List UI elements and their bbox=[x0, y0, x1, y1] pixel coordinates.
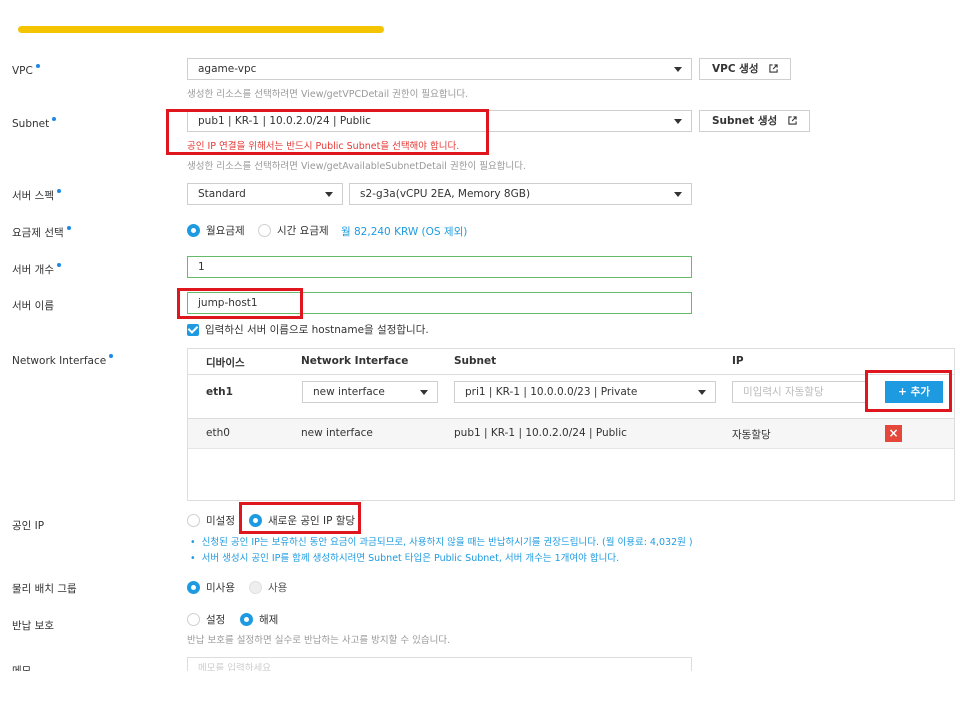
vpc-hint: 생성한 리소스를 선택하려면 View/getVPCDetail 권한이 필요합… bbox=[187, 89, 469, 100]
public-ip-note: 서버 생성시 공인 IP를 함께 생성하시려면 Subnet 타입은 Publi… bbox=[190, 550, 620, 564]
billing-price: 월 82,240 KRW (OS 제외) bbox=[341, 226, 468, 238]
return-protection-label: 반납 보호 bbox=[12, 620, 54, 632]
page-bottom-fade bbox=[0, 671, 960, 720]
protection-set-radio[interactable]: 설정 bbox=[187, 612, 225, 627]
row-subnet: pub1 | KR-1 | 10.0.2.0/24 | Public bbox=[454, 427, 627, 439]
vpc-select-value: agame-vpc bbox=[198, 63, 257, 75]
server-type-value: Standard bbox=[198, 188, 246, 200]
header-device: 디바이스 bbox=[206, 357, 245, 369]
highlight-box bbox=[239, 502, 361, 534]
chevron-down-icon bbox=[420, 390, 428, 395]
server-count-label: 서버 개수 bbox=[12, 262, 61, 277]
external-link-icon bbox=[769, 64, 778, 73]
server-count-input[interactable]: 1 bbox=[187, 256, 692, 278]
interface-select[interactable]: new interface bbox=[302, 381, 438, 403]
server-spec-select[interactable]: s2-g3a(vCPU 2EA, Memory 8GB) bbox=[349, 183, 692, 205]
protection-hint: 반납 보호를 설정하면 실수로 반납하는 사고를 방지할 수 있습니다. bbox=[187, 635, 451, 646]
external-link-icon bbox=[788, 116, 797, 125]
table-header: 디바이스 Network Interface Subnet IP bbox=[188, 349, 954, 375]
highlight-box bbox=[166, 109, 489, 155]
protection-unset-radio[interactable]: 해제 bbox=[240, 612, 278, 627]
vpc-select[interactable]: agame-vpc bbox=[187, 58, 692, 80]
radio-selected-icon bbox=[240, 613, 253, 626]
server-type-select[interactable]: Standard bbox=[187, 183, 343, 205]
progress-bar bbox=[18, 26, 384, 33]
radio-icon bbox=[258, 224, 271, 237]
chevron-down-icon bbox=[698, 390, 706, 395]
ip-input[interactable]: 미입력시 자동할당 bbox=[732, 381, 866, 403]
chevron-down-icon bbox=[674, 67, 682, 72]
hostname-checkbox[interactable]: 입력하신 서버 이름으로 hostname을 설정합니다. bbox=[187, 322, 429, 337]
highlight-box bbox=[177, 288, 303, 319]
row-device: eth0 bbox=[206, 427, 230, 439]
radio-selected-icon bbox=[187, 224, 200, 237]
vpc-create-button[interactable]: VPC 생성 bbox=[699, 58, 792, 80]
network-interface-label: Network Interface bbox=[12, 354, 114, 367]
header-subnet: Subnet bbox=[454, 355, 497, 367]
subnet-hint: 생성한 리소스를 선택하려면 View/getAvailableSubnetDe… bbox=[187, 161, 526, 172]
chevron-down-icon bbox=[325, 192, 333, 197]
placement-group-label: 물리 배치 그룹 bbox=[12, 583, 77, 595]
placement-unused-radio[interactable]: 미사용 bbox=[187, 580, 235, 595]
header-interface: Network Interface bbox=[301, 355, 409, 367]
server-name-label: 서버 이름 bbox=[12, 300, 54, 312]
row-interface: new interface bbox=[301, 427, 373, 439]
chevron-down-icon bbox=[674, 119, 682, 124]
vpc-label: VPC bbox=[12, 64, 40, 77]
server-spec-label: 서버 스펙 bbox=[12, 188, 61, 203]
header-ip: IP bbox=[732, 355, 744, 367]
network-interface-table: 디바이스 Network Interface Subnet IP eth1 ne… bbox=[187, 348, 955, 501]
radio-icon bbox=[249, 581, 262, 594]
memo-textarea[interactable]: 메모를 입력하세요 bbox=[187, 657, 692, 671]
billing-hourly-radio[interactable]: 시간 요금제 bbox=[258, 223, 329, 238]
table-input-row: eth1 new interface pri1 | KR-1 | 10.0.0.… bbox=[188, 375, 954, 419]
radio-icon bbox=[187, 514, 200, 527]
row-subnet-select[interactable]: pri1 | KR-1 | 10.0.0.0/23 | Private bbox=[454, 381, 716, 403]
radio-selected-icon bbox=[187, 581, 200, 594]
subnet-label: Subnet bbox=[12, 117, 57, 130]
checkbox-checked-icon bbox=[187, 323, 199, 336]
billing-label: 요금제 선택 bbox=[12, 225, 71, 240]
highlight-box bbox=[865, 370, 952, 412]
placement-used-radio[interactable]: 사용 bbox=[249, 580, 287, 595]
subnet-create-button[interactable]: Subnet 생성 bbox=[699, 110, 810, 132]
public-ip-none-radio[interactable]: 미설정 bbox=[187, 513, 235, 528]
server-spec-value: s2-g3a(vCPU 2EA, Memory 8GB) bbox=[360, 188, 531, 200]
table-row: eth0 new interface pub1 | KR-1 | 10.0.2.… bbox=[188, 419, 954, 449]
public-ip-note: 신청된 공인 IP는 보유하신 동안 요금이 과금되므로, 사용하지 않을 때는… bbox=[190, 534, 693, 548]
billing-monthly-radio[interactable]: 월요금제 bbox=[187, 223, 245, 238]
public-ip-label: 공인 IP bbox=[12, 520, 45, 532]
row-ip: 자동할당 bbox=[732, 429, 771, 441]
memo-label: 메모 bbox=[12, 665, 32, 671]
chevron-down-icon bbox=[674, 192, 682, 197]
delete-row-button[interactable]: × bbox=[885, 425, 902, 442]
device-label: eth1 bbox=[206, 386, 233, 398]
radio-icon bbox=[187, 613, 200, 626]
